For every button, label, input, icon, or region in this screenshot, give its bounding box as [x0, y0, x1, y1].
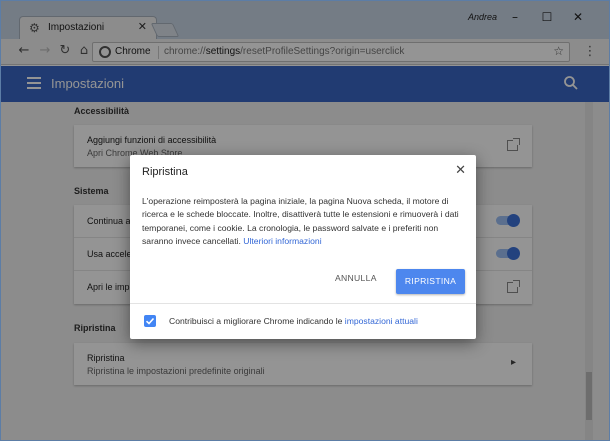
- report-label: Contribuisci a migliorare Chrome indican…: [169, 316, 418, 326]
- checkmark-icon: [145, 317, 155, 325]
- dialog-footer: Contribuisci a migliorare Chrome indican…: [130, 303, 476, 339]
- close-icon[interactable]: ✕: [455, 163, 466, 178]
- dialog-title: Ripristina: [142, 166, 188, 178]
- browser-window: ⚙ Impostazioni ✕ Andrea – ☐ ✕ ← → ↻ ⌂ Ch…: [0, 0, 610, 441]
- reset-button[interactable]: RIPRISTINA: [396, 269, 465, 294]
- dialog-body: L'operazione reimposterà la pagina inizi…: [142, 195, 466, 249]
- reset-dialog: Ripristina ✕ L'operazione reimposterà la…: [130, 155, 476, 339]
- report-checkbox[interactable]: [144, 315, 156, 327]
- current-settings-link[interactable]: impostazioni attuali: [345, 316, 418, 326]
- report-label-text: Contribuisci a migliorare Chrome indican…: [169, 316, 343, 326]
- cancel-button[interactable]: ANNULLA: [335, 273, 377, 283]
- more-info-link[interactable]: Ulteriori informazioni: [243, 236, 321, 246]
